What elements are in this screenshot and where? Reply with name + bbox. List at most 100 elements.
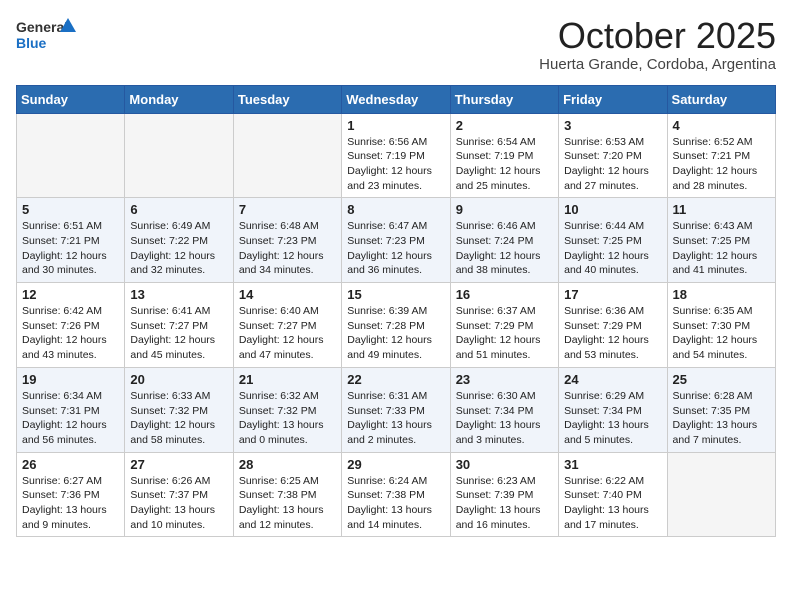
day-number: 8	[347, 202, 444, 217]
day-info: Sunrise: 6:41 AM Sunset: 7:27 PM Dayligh…	[130, 304, 227, 363]
calendar-header-thursday: Thursday	[450, 85, 558, 113]
calendar-day-cell: 24 Sunrise: 6:29 AM Sunset: 7:34 PM Dayli…	[559, 367, 667, 452]
day-info: Sunrise: 6:44 AM Sunset: 7:25 PM Dayligh…	[564, 219, 661, 278]
day-info: Sunrise: 6:26 AM Sunset: 7:37 PM Dayligh…	[130, 474, 227, 533]
calendar-day-cell	[125, 113, 233, 198]
calendar-day-cell: 4 Sunrise: 6:52 AM Sunset: 7:21 PM Daylig…	[667, 113, 775, 198]
day-number: 21	[239, 372, 336, 387]
day-number: 12	[22, 287, 119, 302]
day-number: 31	[564, 457, 661, 472]
calendar-week-row: 12 Sunrise: 6:42 AM Sunset: 7:26 PM Dayli…	[17, 283, 776, 368]
logo-svg: GeneralBlue	[16, 16, 76, 52]
day-number: 2	[456, 118, 553, 133]
calendar-day-cell	[233, 113, 341, 198]
day-info: Sunrise: 6:35 AM Sunset: 7:30 PM Dayligh…	[673, 304, 770, 363]
day-info: Sunrise: 6:22 AM Sunset: 7:40 PM Dayligh…	[564, 474, 661, 533]
calendar-header-wednesday: Wednesday	[342, 85, 450, 113]
calendar-day-cell	[17, 113, 125, 198]
day-info: Sunrise: 6:37 AM Sunset: 7:29 PM Dayligh…	[456, 304, 553, 363]
calendar-day-cell: 16 Sunrise: 6:37 AM Sunset: 7:29 PM Dayli…	[450, 283, 558, 368]
svg-text:Blue: Blue	[16, 35, 47, 51]
day-info: Sunrise: 6:47 AM Sunset: 7:23 PM Dayligh…	[347, 219, 444, 278]
day-number: 25	[673, 372, 770, 387]
calendar-day-cell: 18 Sunrise: 6:35 AM Sunset: 7:30 PM Dayli…	[667, 283, 775, 368]
title-block: October 2025 Huerta Grande, Cordoba, Arg…	[539, 16, 776, 73]
calendar-header-row: SundayMondayTuesdayWednesdayThursdayFrid…	[17, 85, 776, 113]
day-number: 13	[130, 287, 227, 302]
day-number: 19	[22, 372, 119, 387]
day-info: Sunrise: 6:53 AM Sunset: 7:20 PM Dayligh…	[564, 135, 661, 194]
month-title: October 2025	[539, 16, 776, 56]
calendar-day-cell: 1 Sunrise: 6:56 AM Sunset: 7:19 PM Daylig…	[342, 113, 450, 198]
calendar-day-cell: 27 Sunrise: 6:26 AM Sunset: 7:37 PM Dayli…	[125, 452, 233, 537]
day-info: Sunrise: 6:23 AM Sunset: 7:39 PM Dayligh…	[456, 474, 553, 533]
page-header: GeneralBlue October 2025 Huerta Grande, …	[16, 16, 776, 73]
calendar-week-row: 19Sunrise: 6:34 AM Sunset: 7:31 PM Dayli…	[17, 367, 776, 452]
calendar-day-cell: 10 Sunrise: 6:44 AM Sunset: 7:25 PM Dayli…	[559, 198, 667, 283]
location-title: Huerta Grande, Cordoba, Argentina	[539, 56, 776, 73]
calendar-day-cell: 17Sunrise: 6:36 AM Sunset: 7:29 PM Dayli…	[559, 283, 667, 368]
day-info: Sunrise: 6:29 AM Sunset: 7:34 PM Dayligh…	[564, 389, 661, 448]
calendar-day-cell: 21Sunrise: 6:32 AM Sunset: 7:32 PM Dayli…	[233, 367, 341, 452]
day-number: 27	[130, 457, 227, 472]
day-info: Sunrise: 6:56 AM Sunset: 7:19 PM Dayligh…	[347, 135, 444, 194]
day-info: Sunrise: 6:42 AM Sunset: 7:26 PM Dayligh…	[22, 304, 119, 363]
calendar-day-cell: 8 Sunrise: 6:47 AM Sunset: 7:23 PM Daylig…	[342, 198, 450, 283]
calendar-week-row: 5 Sunrise: 6:51 AM Sunset: 7:21 PM Daylig…	[17, 198, 776, 283]
day-number: 23	[456, 372, 553, 387]
day-number: 15	[347, 287, 444, 302]
day-number: 7	[239, 202, 336, 217]
calendar-day-cell: 30 Sunrise: 6:23 AM Sunset: 7:39 PM Dayli…	[450, 452, 558, 537]
calendar-day-cell: 26 Sunrise: 6:27 AM Sunset: 7:36 PM Dayli…	[17, 452, 125, 537]
calendar-header-friday: Friday	[559, 85, 667, 113]
day-number: 11	[673, 202, 770, 217]
day-number: 5	[22, 202, 119, 217]
day-info: Sunrise: 6:49 AM Sunset: 7:22 PM Dayligh…	[130, 219, 227, 278]
day-number: 14	[239, 287, 336, 302]
calendar-day-cell: 7 Sunrise: 6:48 AM Sunset: 7:23 PM Daylig…	[233, 198, 341, 283]
calendar-day-cell: 25 Sunrise: 6:28 AM Sunset: 7:35 PM Dayli…	[667, 367, 775, 452]
day-number: 24	[564, 372, 661, 387]
calendar-header-sunday: Sunday	[17, 85, 125, 113]
calendar-day-cell: 6 Sunrise: 6:49 AM Sunset: 7:22 PM Daylig…	[125, 198, 233, 283]
day-info: Sunrise: 6:52 AM Sunset: 7:21 PM Dayligh…	[673, 135, 770, 194]
day-number: 26	[22, 457, 119, 472]
day-number: 18	[673, 287, 770, 302]
calendar-day-cell: 23Sunrise: 6:30 AM Sunset: 7:34 PM Dayli…	[450, 367, 558, 452]
day-info: Sunrise: 6:27 AM Sunset: 7:36 PM Dayligh…	[22, 474, 119, 533]
day-number: 22	[347, 372, 444, 387]
day-info: Sunrise: 6:48 AM Sunset: 7:23 PM Dayligh…	[239, 219, 336, 278]
day-number: 6	[130, 202, 227, 217]
day-number: 1	[347, 118, 444, 133]
day-info: Sunrise: 6:54 AM Sunset: 7:19 PM Dayligh…	[456, 135, 553, 194]
calendar-day-cell: 9 Sunrise: 6:46 AM Sunset: 7:24 PM Daylig…	[450, 198, 558, 283]
day-number: 17	[564, 287, 661, 302]
day-number: 3	[564, 118, 661, 133]
calendar-day-cell: 22 Sunrise: 6:31 AM Sunset: 7:33 PM Dayli…	[342, 367, 450, 452]
day-info: Sunrise: 6:39 AM Sunset: 7:28 PM Dayligh…	[347, 304, 444, 363]
calendar-day-cell: 13 Sunrise: 6:41 AM Sunset: 7:27 PM Dayli…	[125, 283, 233, 368]
calendar-day-cell: 31 Sunrise: 6:22 AM Sunset: 7:40 PM Dayli…	[559, 452, 667, 537]
day-info: Sunrise: 6:25 AM Sunset: 7:38 PM Dayligh…	[239, 474, 336, 533]
calendar-day-cell: 11 Sunrise: 6:43 AM Sunset: 7:25 PM Dayli…	[667, 198, 775, 283]
calendar-day-cell: 29Sunrise: 6:24 AM Sunset: 7:38 PM Dayli…	[342, 452, 450, 537]
calendar-header-monday: Monday	[125, 85, 233, 113]
day-number: 30	[456, 457, 553, 472]
day-number: 9	[456, 202, 553, 217]
svg-text:General: General	[16, 19, 68, 35]
day-info: Sunrise: 6:28 AM Sunset: 7:35 PM Dayligh…	[673, 389, 770, 448]
day-number: 4	[673, 118, 770, 133]
calendar-table: SundayMondayTuesdayWednesdayThursdayFrid…	[16, 85, 776, 538]
calendar-day-cell: 14 Sunrise: 6:40 AM Sunset: 7:27 PM Dayli…	[233, 283, 341, 368]
calendar-day-cell: 3 Sunrise: 6:53 AM Sunset: 7:20 PM Daylig…	[559, 113, 667, 198]
day-info: Sunrise: 6:31 AM Sunset: 7:33 PM Dayligh…	[347, 389, 444, 448]
day-number: 16	[456, 287, 553, 302]
day-number: 10	[564, 202, 661, 217]
day-info: Sunrise: 6:33 AM Sunset: 7:32 PM Dayligh…	[130, 389, 227, 448]
day-info: Sunrise: 6:46 AM Sunset: 7:24 PM Dayligh…	[456, 219, 553, 278]
day-info: Sunrise: 6:51 AM Sunset: 7:21 PM Dayligh…	[22, 219, 119, 278]
day-info: Sunrise: 6:43 AM Sunset: 7:25 PM Dayligh…	[673, 219, 770, 278]
calendar-day-cell: 20Sunrise: 6:33 AM Sunset: 7:32 PM Dayli…	[125, 367, 233, 452]
day-number: 29	[347, 457, 444, 472]
day-info: Sunrise: 6:40 AM Sunset: 7:27 PM Dayligh…	[239, 304, 336, 363]
